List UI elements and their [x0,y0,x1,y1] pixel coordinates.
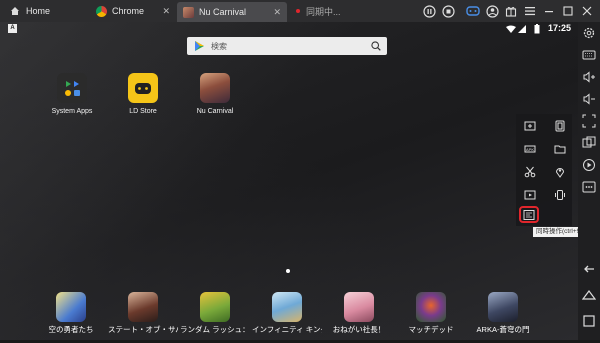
fullscreen-icon[interactable] [582,114,596,128]
right-sidebar [578,22,600,340]
home-icon [11,7,19,15]
signal-icon [518,25,526,33]
tab-chrome-label: Chrome [112,6,145,16]
app-nu-carnival[interactable]: Nu Carnival [180,73,250,116]
account-icon[interactable] [485,4,499,18]
scissors-icon[interactable] [524,166,536,178]
ld-badge-icon: A [8,24,17,33]
dock-label: ARKA-蒼穹の門 [476,325,530,334]
status-time: 17:25 [548,23,572,33]
dock-label: インフィニティ キングダム：諸王の [252,325,322,334]
gift-icon[interactable] [504,4,518,18]
settings-icon[interactable] [582,26,596,40]
sync-operation-button[interactable] [519,206,539,223]
more-icon[interactable] [582,180,596,194]
recent-apps-icon[interactable] [582,314,596,328]
tab-nu-carnival[interactable]: Nu Carnival ✕ [177,2,287,22]
dock-app-state-of-survival[interactable]: ステート・オブ・サバイバル [108,292,178,343]
battery-icon [534,24,540,34]
gamepad-icon[interactable] [466,4,480,18]
page-indicator [286,269,290,273]
tab-sync[interactable]: 同期中... [290,2,370,20]
tool-panel: APK [516,114,572,226]
record-icon [296,9,300,13]
minimize-icon[interactable] [542,4,556,18]
search-icon[interactable] [371,41,381,51]
infinity-kingdom-icon [272,292,302,322]
close-window-icon[interactable] [580,4,594,18]
play-store-icon [195,41,204,51]
close-icon[interactable]: ✕ [273,7,281,18]
app-label: Nu Carnival [196,108,234,115]
close-icon[interactable]: ✕ [162,6,170,17]
state-of-survival-icon [128,292,158,322]
location-icon[interactable] [554,166,566,178]
system-apps-icon [57,73,87,103]
shake-icon[interactable] [554,189,566,201]
app-label: System Apps [51,108,93,115]
dock-app-infinity-kingdom[interactable]: インフィニティ キングダム：諸王の [252,292,322,343]
search-placeholder: 検索 [211,41,227,51]
video-icon[interactable] [524,189,536,201]
add-screen-icon[interactable] [524,120,536,132]
tab-sync-label: 同期中... [306,6,341,17]
app-label: LD Store [129,108,157,115]
random-rush-icon [200,292,230,322]
apk-icon[interactable]: APK [524,143,536,155]
dock-label: マッチデッド [408,325,454,334]
wifi-icon [506,25,516,33]
dock-app-random-rush[interactable]: ランダム ラッシュ：ロワイヤル [180,292,250,343]
search-bar[interactable]: 検索 [187,37,387,55]
nu-carnival-icon [183,6,194,18]
dock-app-onegai-shacho[interactable]: おねがい社長！ [324,292,394,343]
keyboard-icon[interactable] [582,48,596,62]
onegai-shacho-icon [344,292,374,322]
home-nav-icon[interactable] [582,288,596,302]
nu-carnival-app-icon [200,73,230,103]
screenshot-icon[interactable] [554,120,566,132]
dock-label: ステート・オブ・サバイバル [108,325,178,334]
multi-instance-icon[interactable] [582,136,596,150]
maximize-icon[interactable] [561,4,575,18]
menu-icon[interactable] [523,4,537,18]
macro-icon[interactable] [582,158,596,172]
title-bar: Home Chrome ✕ Nu Carnival ✕ 同期中... [0,0,600,22]
dock-label: おねがい社長！ [332,325,386,334]
stop-icon[interactable] [441,4,455,18]
sora-app-icon [56,292,86,322]
app-ld-store[interactable]: LD Store [108,73,178,116]
tab-chrome[interactable]: Chrome ✕ [90,2,176,20]
dock-app-sora[interactable]: 空の勇者たち [36,292,106,343]
tab-home[interactable]: Home [4,2,88,20]
back-icon[interactable] [582,262,596,276]
arka-icon [488,292,518,322]
tab-nu-carnival-label: Nu Carnival [199,7,247,17]
folder-icon[interactable] [554,143,566,155]
dock-app-matchdead[interactable]: マッチデッド [396,292,466,343]
matchdead-icon [416,292,446,322]
dock-label: 空の勇者たち [48,325,94,334]
chrome-icon [96,5,107,17]
volume-up-icon[interactable] [582,70,596,84]
ld-store-icon [128,73,158,103]
dock-label: ランダム ラッシュ：ロワイヤル [180,325,250,334]
dock-app-arka[interactable]: ARKA-蒼穹の門 [468,292,538,343]
window-controls [422,3,594,19]
volume-down-icon[interactable] [582,92,596,106]
pause-icon[interactable] [422,4,436,18]
app-system-apps[interactable]: System Apps [37,73,107,116]
svg-text:APK: APK [526,147,534,152]
sync-operation-icon [523,210,535,220]
tab-home-label: Home [26,6,51,16]
status-bar: A 17:25 [0,22,578,36]
